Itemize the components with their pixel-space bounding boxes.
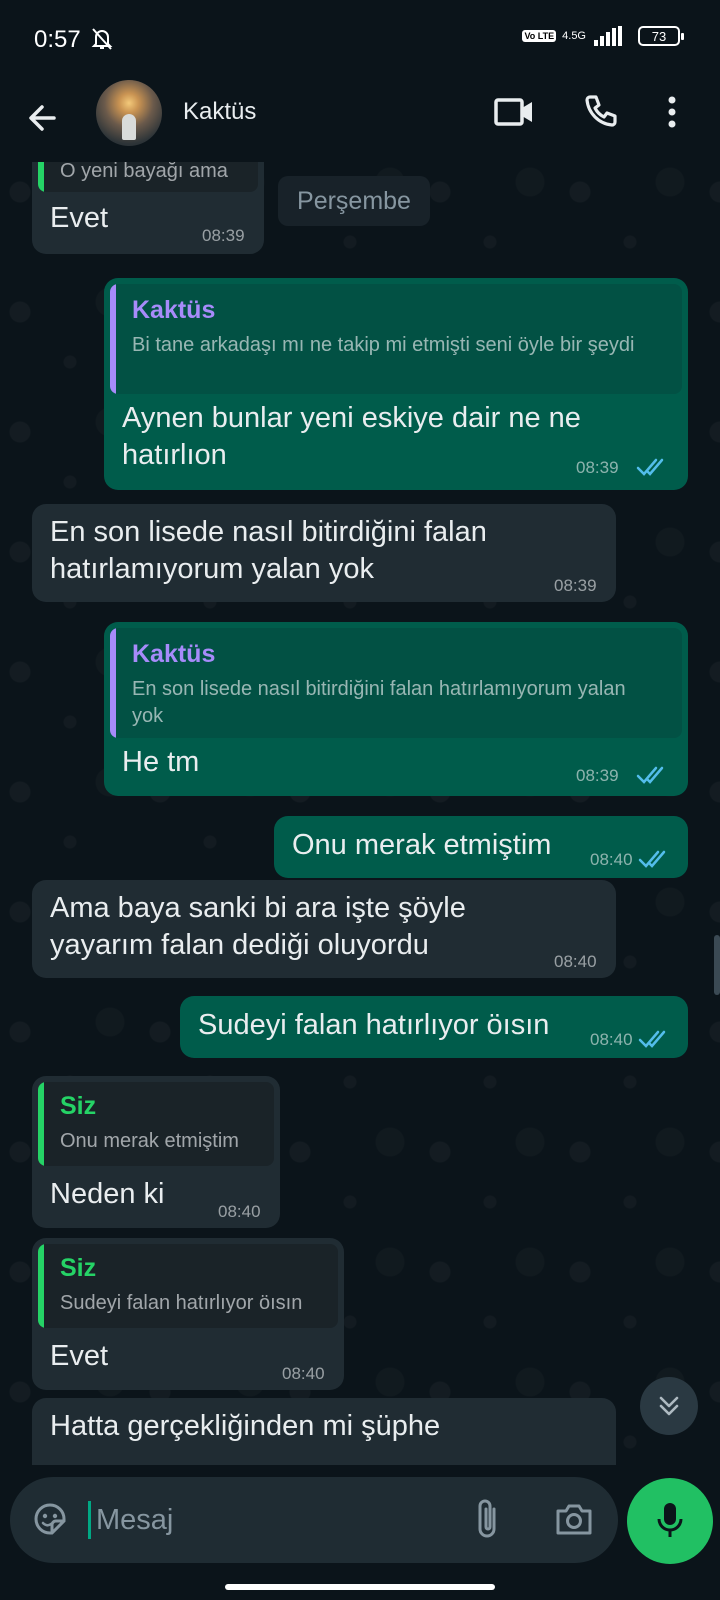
text-cursor <box>88 1501 91 1539</box>
quoted-message[interactable]: Siz Onu merak etmiştim <box>38 1082 274 1166</box>
microphone-icon <box>657 1503 683 1537</box>
incoming-message[interactable]: O yeni bayağı ama Evet 08:39 <box>32 162 264 254</box>
message-text: En son lisede nasıl bitirdiğini falan ha… <box>50 516 487 585</box>
quoted-message[interactable]: Kaktüs En son lisede nasıl bitirdiğini f… <box>110 628 682 738</box>
message-time: 08:40 <box>590 850 633 869</box>
status-bar: 0:57 Vo LTE 4.5G 73 <box>0 0 720 80</box>
video-call-icon[interactable] <box>494 96 534 128</box>
outgoing-message[interactable]: Kaktüs En son lisede nasıl bitirdiğini f… <box>104 622 688 796</box>
quoted-text: Sudeyi falan hatırlıyor öısın <box>60 1292 303 1314</box>
attachment-icon[interactable] <box>472 1497 502 1541</box>
quoted-text: O yeni bayağı ama <box>60 162 228 182</box>
signal-icon <box>594 26 622 46</box>
message-text: Hatta gerçekliğinden mi şüphe <box>50 1410 441 1442</box>
scrollbar-thumb[interactable] <box>714 935 720 995</box>
message-time: 08:39 <box>576 766 619 785</box>
incoming-message[interactable]: Hatta gerçekliğinden mi şüphe <box>32 1398 616 1465</box>
read-receipt-icon <box>636 766 664 784</box>
message-time: 08:40 <box>218 1202 261 1221</box>
camera-icon[interactable] <box>554 1501 594 1537</box>
chat-area[interactable]: O yeni bayağı ama Evet 08:39 Perşembe Ka… <box>0 162 720 1465</box>
message-text: Neden ki <box>50 1178 165 1210</box>
message-text: Evet <box>50 202 109 234</box>
quoted-author: Siz <box>60 1092 97 1120</box>
scroll-to-bottom-button[interactable] <box>640 1377 698 1435</box>
message-composer <box>10 1477 618 1563</box>
message-text: He tm <box>122 746 200 778</box>
voice-call-icon[interactable] <box>582 94 618 130</box>
status-time: 0:57 <box>34 26 81 53</box>
incoming-message[interactable]: Ama baya sanki bi ara işte şöyle yayarım… <box>32 880 616 978</box>
message-input[interactable] <box>96 1497 436 1543</box>
volte-indicator: Vo LTE <box>522 30 557 42</box>
quoted-author: Siz <box>60 1254 97 1282</box>
message-time: 08:39 <box>202 226 245 245</box>
quoted-author: Kaktüs <box>132 640 216 668</box>
day-divider: Perşembe <box>278 176 430 226</box>
quoted-message[interactable]: Siz Sudeyi falan hatırlıyor öısın <box>38 1244 338 1328</box>
message-time: 08:40 <box>590 1030 633 1049</box>
message-time: 08:40 <box>282 1364 325 1383</box>
incoming-message[interactable]: Siz Sudeyi falan hatırlıyor öısın Evet 0… <box>32 1238 344 1390</box>
message-time: 08:39 <box>576 458 619 477</box>
contact-avatar[interactable] <box>96 80 162 146</box>
network-type: 4.5G <box>562 30 586 42</box>
read-receipt-icon <box>638 1030 666 1048</box>
back-arrow-icon[interactable] <box>24 100 60 136</box>
chat-header: Kaktüs <box>0 80 720 162</box>
outgoing-message[interactable]: Sudeyi falan hatırlıyor öısın 08:40 <box>180 996 688 1058</box>
quoted-text: En son lisede nasıl bitirdiğini falan ha… <box>132 678 626 727</box>
quoted-text: Bi tane arkadaşı mı ne takip mi etmişti … <box>132 334 635 356</box>
double-chevron-down-icon <box>659 1396 679 1416</box>
quoted-message[interactable]: Kaktüs Bi tane arkadaşı mı ne takip mi e… <box>110 284 682 394</box>
quoted-author: Kaktüs <box>132 296 216 324</box>
voice-message-button[interactable] <box>627 1478 713 1564</box>
more-options-icon[interactable] <box>668 96 676 128</box>
message-time: 08:39 <box>554 576 597 595</box>
message-text: Evet <box>50 1340 109 1372</box>
quoted-text: Onu merak etmiştim <box>60 1130 239 1152</box>
outgoing-message[interactable]: Onu merak etmiştim 08:40 <box>274 816 688 878</box>
battery-level: 73 <box>651 28 667 44</box>
home-indicator[interactable] <box>225 1584 495 1590</box>
sticker-icon[interactable] <box>30 1499 70 1539</box>
read-receipt-icon <box>636 458 664 476</box>
message-time: 08:40 <box>554 952 597 971</box>
quoted-message[interactable]: O yeni bayağı ama <box>38 162 258 192</box>
message-text: Ama baya sanki bi ara işte şöyle yayarım… <box>50 892 466 961</box>
message-text: Onu merak etmiştim <box>292 829 552 861</box>
read-receipt-icon <box>638 850 666 868</box>
incoming-message[interactable]: En son lisede nasıl bitirdiğini falan ha… <box>32 504 616 602</box>
bell-off-icon <box>91 28 113 50</box>
battery-icon: 73 <box>638 26 684 46</box>
outgoing-message[interactable]: Kaktüs Bi tane arkadaşı mı ne takip mi e… <box>104 278 688 490</box>
message-text: Sudeyi falan hatırlıyor öısın <box>198 1009 550 1041</box>
incoming-message[interactable]: Siz Onu merak etmiştim Neden ki 08:40 <box>32 1076 280 1228</box>
message-text: Aynen bunlar yeni eskiye dair ne ne hatı… <box>122 402 581 471</box>
contact-name[interactable]: Kaktüs <box>183 98 256 126</box>
